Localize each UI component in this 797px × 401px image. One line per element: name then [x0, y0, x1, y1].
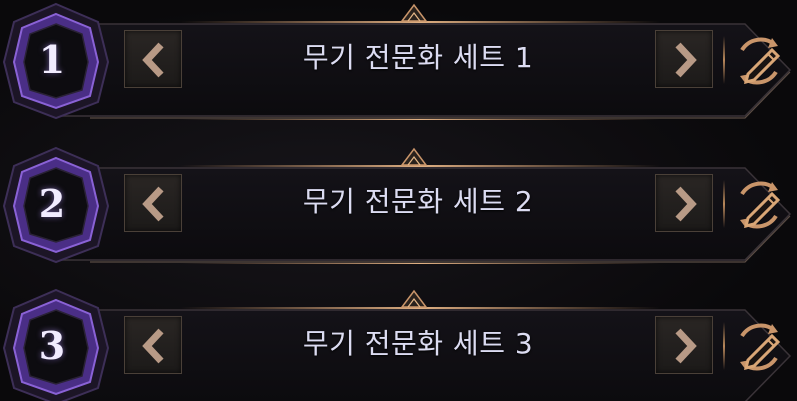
- set-row-2: 2 무기 전문화 세트 2: [0, 136, 797, 264]
- set-title: 무기 전문화 세트 2: [302, 185, 534, 218]
- chevron-right-icon: [675, 328, 697, 364]
- chevron-right-icon: [675, 186, 697, 222]
- next-button[interactable]: [655, 30, 713, 88]
- chevron-right-icon: [675, 42, 697, 78]
- edit-button[interactable]: [728, 174, 790, 236]
- prev-button[interactable]: [124, 174, 182, 232]
- separator: [723, 322, 725, 370]
- set-row-1: 1 무기 전문화 세트 1: [0, 0, 797, 120]
- set-number: 3: [38, 323, 66, 368]
- next-button[interactable]: [655, 316, 713, 374]
- edit-button[interactable]: [728, 316, 790, 378]
- prev-button[interactable]: [124, 30, 182, 88]
- pencil-swap-icon: [740, 323, 781, 371]
- set-number: 2: [38, 181, 66, 226]
- set-number: 1: [38, 37, 66, 82]
- weapon-specialization-set-panel: 1 무기 전문화 세트 1 2 무기 전문화 세트 2 3 무기 전문화 세트 …: [0, 0, 797, 401]
- set-row-3: 3 무기 전문화 세트 3: [0, 278, 797, 401]
- pencil-swap-icon: [740, 37, 781, 85]
- chevron-left-icon: [142, 328, 164, 364]
- separator: [723, 36, 725, 84]
- chevron-left-icon: [142, 186, 164, 222]
- chevron-left-icon: [142, 42, 164, 78]
- set-title: 무기 전문화 세트 3: [302, 327, 534, 360]
- prev-button[interactable]: [124, 316, 182, 374]
- pencil-swap-icon: [740, 181, 781, 229]
- edit-button[interactable]: [728, 30, 790, 92]
- set-title: 무기 전문화 세트 1: [302, 41, 534, 74]
- next-button[interactable]: [655, 174, 713, 232]
- separator: [723, 180, 725, 228]
